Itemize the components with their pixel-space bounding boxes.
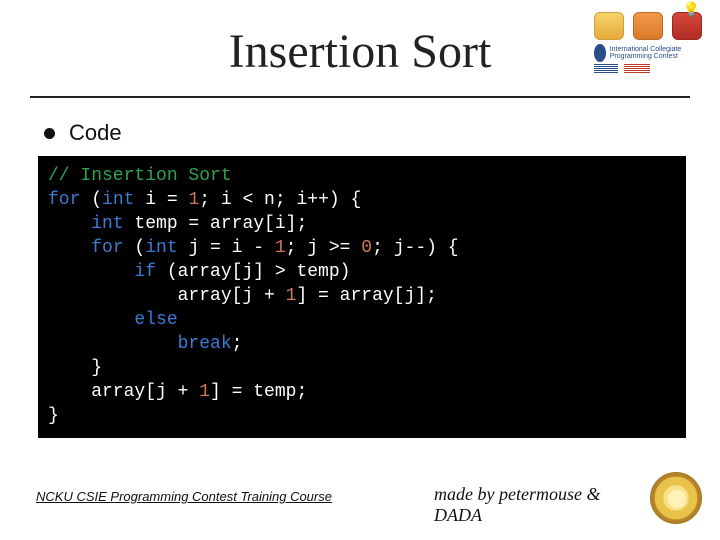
code-indent — [48, 238, 91, 258]
code-text: ; i < n; i++) { — [199, 190, 361, 210]
ibm-sponsor-logo — [594, 64, 702, 74]
kw-for: for — [91, 238, 123, 258]
kw-int: int — [91, 214, 123, 234]
lightbulb-icon: 💡 — [683, 2, 700, 19]
ibm-bars-icon — [594, 64, 618, 74]
num-literal: 1 — [286, 286, 297, 306]
kw-for: for — [48, 190, 80, 210]
code-block: // Insertion Sort for (int i = 1; i < n;… — [38, 156, 686, 438]
code-indent — [48, 334, 178, 354]
code-indent — [48, 262, 134, 282]
code-text: array[j + — [48, 286, 286, 306]
kw-break: break — [178, 334, 232, 354]
num-literal: 0 — [361, 238, 372, 258]
sponsor-red-icon — [624, 64, 650, 74]
num-literal: 1 — [275, 238, 286, 258]
code-text: temp = array[i]; — [124, 214, 308, 234]
title-divider — [30, 96, 690, 98]
bullet-dot-icon — [44, 128, 55, 139]
bullet-text: Code — [69, 120, 122, 146]
code-text: } — [48, 358, 102, 378]
acm-logo: International Collegiate Programming Con… — [594, 44, 702, 62]
footer-author: made by petermouse & DADA — [434, 484, 634, 526]
code-text: ; — [232, 334, 243, 354]
acm-circle-icon — [594, 44, 606, 62]
footer-course-name: NCKU CSIE Programming Contest Training C… — [36, 489, 332, 504]
code-text: ; j--) { — [372, 238, 458, 258]
code-text: ( — [80, 190, 102, 210]
code-text: array[j + — [48, 382, 199, 402]
code-text: } — [48, 406, 59, 426]
code-text: ; j >= — [286, 238, 362, 258]
code-text: (array[j] > temp) — [156, 262, 350, 282]
acm-text: International Collegiate Programming Con… — [610, 46, 702, 60]
code-text: j = i - — [178, 238, 275, 258]
footer-author-line2: DADA — [434, 505, 634, 526]
code-text: i = — [134, 190, 188, 210]
balloon-orange-icon — [633, 12, 663, 40]
bullet-row: Code — [44, 120, 122, 146]
num-literal: 1 — [199, 382, 210, 402]
kw-else: else — [134, 310, 177, 330]
num-literal: 1 — [188, 190, 199, 210]
code-text: ] = array[j]; — [296, 286, 436, 306]
footer-author-line1: made by petermouse & — [434, 484, 634, 505]
kw-int: int — [145, 238, 177, 258]
logo-cluster: 💡 International Collegiate Programming C… — [594, 12, 702, 82]
balloon-yellow-icon — [594, 12, 624, 40]
code-comment: // Insertion Sort — [48, 166, 232, 186]
university-seal-icon — [650, 472, 702, 524]
code-indent — [48, 214, 91, 234]
slide: Insertion Sort 💡 International Collegiat… — [0, 0, 720, 540]
code-text: ( — [124, 238, 146, 258]
code-indent — [48, 310, 134, 330]
code-text: ] = temp; — [210, 382, 307, 402]
kw-if: if — [134, 262, 156, 282]
kw-int: int — [102, 190, 134, 210]
